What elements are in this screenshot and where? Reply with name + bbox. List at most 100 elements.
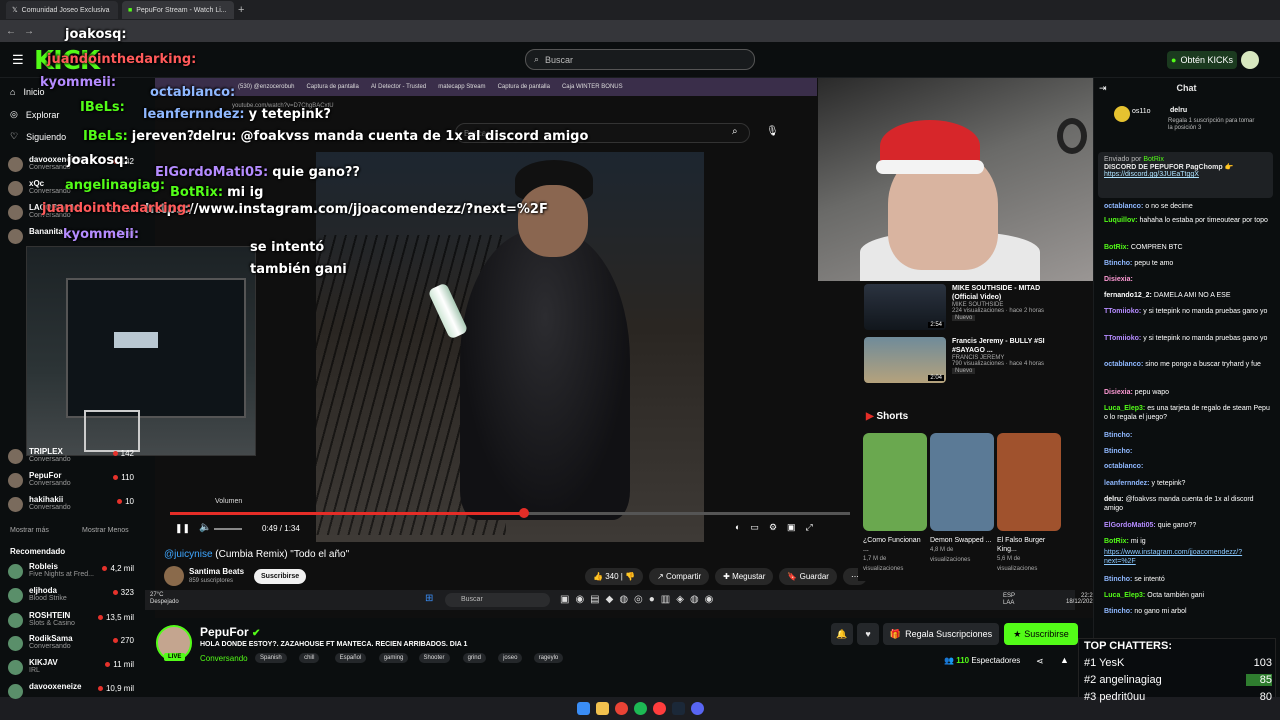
player-settings-icons[interactable]: ◐▭⚙▣⤢ xyxy=(735,522,823,533)
tab-label: Comunidad Joseo Exclusiva xyxy=(21,6,110,14)
show-less-button[interactable]: Mostrar Menos xyxy=(82,527,129,534)
spotify-icon[interactable] xyxy=(633,702,647,715)
browser-tab[interactable]: 𝕏 Comunidad Joseo Exclusiva xyxy=(6,1,118,19)
channel-avatar xyxy=(8,613,23,628)
recommended-channel[interactable]: Robleis Five Nights at Fred... 4,2 mil xyxy=(8,562,134,586)
stream-tag[interactable]: Shooter xyxy=(418,653,450,663)
chat-username: BotRix: xyxy=(1104,538,1129,545)
short-thumbnail xyxy=(930,433,994,531)
report-icon[interactable]: ▲ xyxy=(1060,655,1069,665)
back-arrow-icon[interactable]: ← xyxy=(6,26,16,37)
chat-text: y tetepink? xyxy=(1151,480,1186,487)
stream-tag[interactable]: grind xyxy=(462,653,486,663)
nav-explore[interactable]: ◎ Explorar xyxy=(10,109,59,120)
recommended-channel[interactable]: davooxeneize 10,9 mil xyxy=(8,682,134,706)
chrome-icon[interactable] xyxy=(614,702,628,715)
rec-meta: 224 visualizaciones · hace 2 horas xyxy=(952,308,1045,314)
channel-name: KIKJAV xyxy=(29,658,58,667)
windows-start-icon[interactable] xyxy=(576,702,590,715)
chat-username: Luca_Elep3: xyxy=(1104,405,1146,412)
volume-slider[interactable] xyxy=(214,528,242,530)
nav-following[interactable]: ♡ Siguiendo xyxy=(10,131,66,142)
new-tab-icon[interactable]: + xyxy=(238,4,244,16)
video-time: 0:49 / 1:34 xyxy=(262,524,300,533)
stream-tag[interactable]: Spanish xyxy=(255,653,287,663)
gift-subs-button[interactable]: 🎁 Regala Suscripciones xyxy=(883,623,999,645)
stream-tag[interactable]: joseo xyxy=(498,653,523,663)
forward-arrow-icon[interactable]: → xyxy=(24,26,34,37)
channel-name: davooxeneize xyxy=(29,682,82,691)
stream-tag[interactable]: Español xyxy=(334,653,367,663)
browser-tab-active[interactable]: ■ PepuFor Stream - Watch Li... xyxy=(122,1,234,19)
notifications-bell-icon[interactable]: 🔔 xyxy=(831,623,853,645)
captured-browser-tabs: (530) @enzocerobuh Captura de pantalla AI … xyxy=(155,78,817,96)
share-button: ↗ Compartir xyxy=(649,568,710,585)
verified-icon: ✔ xyxy=(252,628,261,639)
volume-icon[interactable]: 🔈 xyxy=(199,522,211,533)
steam-icon[interactable] xyxy=(671,702,685,715)
chat-text: se intentó xyxy=(1134,576,1165,583)
show-more-button[interactable]: Mostrar más xyxy=(10,527,49,534)
channel-category: Five Nights at Fred... xyxy=(29,571,94,578)
top-chatters-title: TOP CHATTERS: xyxy=(1084,640,1173,652)
channel-name: eljhoda xyxy=(29,586,58,595)
streamer-name[interactable]: PepuFor ✔ xyxy=(200,625,260,639)
obs-icon[interactable] xyxy=(652,702,666,715)
get-kicks-button[interactable]: ● Obtén KICKs xyxy=(1167,51,1237,69)
stream-tag[interactable]: rageylo xyxy=(533,653,564,663)
channel-text: ROSHTEIN Slots & Casino xyxy=(29,611,75,627)
followed-channel[interactable]: PepuFor Conversando 110 xyxy=(8,471,134,495)
recommended-channel[interactable]: RodikSama Conversando 270 xyxy=(8,634,134,658)
chat-message: Luca_Elep3: es una tarjeta de regalo de s… xyxy=(1104,404,1272,422)
overlay-chat-user: IBeLs: xyxy=(80,100,125,115)
follow-heart-icon[interactable]: ♥ xyxy=(857,623,879,645)
chat-username: Btincho: xyxy=(1104,448,1133,455)
overlay-room-window xyxy=(66,278,246,418)
stream-tag[interactable]: chill xyxy=(299,653,320,663)
promote-button: ✚ Megustar xyxy=(715,568,774,585)
channel-viewer-count: 11 mil xyxy=(105,660,134,669)
recommended-channel[interactable]: ROSHTEIN Slots & Casino 13,5 mil xyxy=(8,611,134,635)
stream-tag[interactable]: gaming xyxy=(378,653,409,663)
kick-favicon-icon: ■ xyxy=(128,6,133,14)
captured-tab-label: AI Detector - Trusted xyxy=(370,84,427,90)
subscribe-button[interactable]: ★ Suscribirse xyxy=(1004,623,1078,645)
pinned-link[interactable]: https://discord.gg/3JUEaTtggX xyxy=(1104,171,1267,178)
chat-message: fernando12_2: DAMELA AMI NO A ESE xyxy=(1104,291,1272,300)
share-icon[interactable]: ⋖ xyxy=(1036,656,1044,667)
chat-title: Chat xyxy=(1176,83,1197,93)
chat-message: delru: @foakvss manda cuenta de 1x al dis… xyxy=(1104,495,1272,513)
overlay-chat-user: angelinagiag: xyxy=(65,178,166,193)
chat-message: octablanco: xyxy=(1104,462,1272,471)
followed-channel[interactable]: hakihakii Conversando 10 xyxy=(8,495,134,519)
short-views: 5,6 M de visualizaciones xyxy=(997,556,1038,572)
thumbs-down-icon: 👎 xyxy=(625,572,636,581)
recommended-channel[interactable]: KIKJAV IRL 11 mil xyxy=(8,658,134,682)
chat-text: no gano mi arbol xyxy=(1134,608,1187,615)
overlay-chat-line: juandointhedarking: xyxy=(47,52,200,67)
recommended-heading: Recomendado xyxy=(10,547,66,556)
top-gifter-avatar xyxy=(1114,106,1130,122)
stream-category[interactable]: Conversando xyxy=(200,654,248,663)
video-person-jacket xyxy=(460,230,630,520)
overlay-chat-line: delru: @foakvss manda cuenta de 1x al dis… xyxy=(193,129,588,144)
chat-username: Disiexia: xyxy=(1104,276,1133,283)
discord-icon[interactable] xyxy=(690,702,704,715)
chat-username: Disiexia: xyxy=(1104,389,1133,396)
short-title: Demon Swapped ... xyxy=(930,537,992,544)
chat-username: Btincho: xyxy=(1104,608,1133,615)
followed-channel[interactable]: TRIPLEX Conversando 142 xyxy=(8,447,134,471)
webcam-santa-hat-rim xyxy=(876,160,984,174)
channel-avatar xyxy=(8,497,23,512)
video-progress-scrubber[interactable] xyxy=(518,508,529,518)
user-avatar[interactable] xyxy=(1241,51,1259,69)
file-explorer-icon[interactable] xyxy=(595,702,609,715)
overlay-chat-user: leanfernndez: xyxy=(143,107,245,122)
chat-link[interactable]: https://www.instagram.com/jjoacomendezz/… xyxy=(1104,548,1272,566)
pause-icon[interactable]: ❚❚ xyxy=(175,523,190,534)
youtube-rec-item: 2:54 MIKE SOUTHSIDE - MITAD (Official Vid… xyxy=(864,284,1074,334)
search-input[interactable]: ⌕ Buscar xyxy=(525,49,755,70)
recommended-channel[interactable]: eljhoda Blood Strike 323 xyxy=(8,586,134,610)
hamburger-menu-icon[interactable]: ☰ xyxy=(12,52,24,68)
chat-username: Btincho: xyxy=(1104,260,1133,267)
